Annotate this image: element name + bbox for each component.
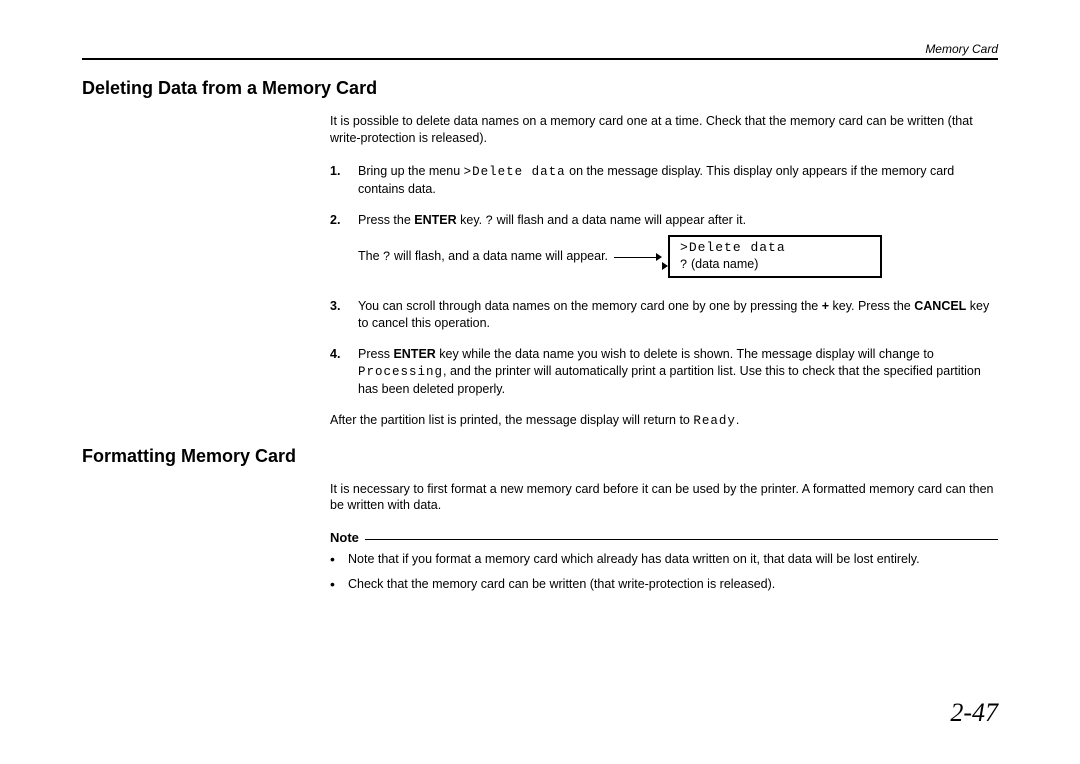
code-delete-data: >Delete data: [464, 165, 566, 179]
step-text: Bring up the menu >Delete data on the me…: [358, 163, 998, 198]
note-rule: [365, 539, 998, 540]
step-text: You can scroll through data names on the…: [358, 298, 998, 332]
lcd-line1: >Delete data: [680, 240, 870, 256]
leader-arrow-icon: [614, 250, 662, 264]
note-label: Note: [330, 530, 365, 545]
section1-title: Deleting Data from a Memory Card: [82, 78, 998, 99]
section2-intro: It is necessary to first format a new me…: [330, 481, 998, 515]
code-ready: Ready: [693, 414, 736, 428]
step-text: Press the ENTER key. ? will flash and a …: [358, 212, 998, 230]
step-number: 3.: [330, 298, 358, 332]
header-rule: [82, 58, 998, 60]
lcd-line2: ? (data name): [680, 257, 870, 274]
bullet-icon: •: [330, 576, 348, 593]
key-plus: +: [822, 299, 829, 313]
section2-title: Formatting Memory Card: [82, 446, 998, 467]
page: Memory Card Deleting Data from a Memory …: [0, 0, 1080, 764]
note-bullets: • Note that if you format a memory card …: [330, 551, 998, 593]
question-mark: ?: [486, 214, 494, 228]
section1-intro: It is possible to delete data names on a…: [330, 113, 998, 147]
step-3: 3. You can scroll through data names on …: [330, 298, 998, 332]
arrow-icon: [662, 262, 668, 270]
key-cancel: CANCEL: [914, 299, 966, 313]
section1-outro: After the partition list is printed, the…: [330, 412, 998, 430]
section1-steps: 1. Bring up the menu >Delete data on the…: [330, 163, 998, 398]
bullet-text: Check that the memory card can be writte…: [348, 576, 775, 593]
step-number: 4.: [330, 346, 358, 398]
display-callout: The ? will flash, and a data name will a…: [358, 235, 998, 278]
header-breadcrumb: Memory Card: [82, 42, 998, 56]
key-enter: ENTER: [393, 347, 435, 361]
section1-body: It is possible to delete data names on a…: [330, 113, 998, 430]
step-text: Press ENTER key while the data name you …: [358, 346, 998, 398]
list-item: • Note that if you format a memory card …: [330, 551, 998, 568]
step-number: 1.: [330, 163, 358, 198]
note-heading: Note: [330, 530, 998, 545]
bullet-icon: •: [330, 551, 348, 568]
bullet-text: Note that if you format a memory card wh…: [348, 551, 920, 568]
code-processing: Processing: [358, 365, 443, 379]
list-item: • Check that the memory card can be writ…: [330, 576, 998, 593]
step-number: 2.: [330, 212, 358, 230]
key-enter: ENTER: [414, 213, 456, 227]
step-2: 2. Press the ENTER key. ? will flash and…: [330, 212, 998, 285]
step-1: 1. Bring up the menu >Delete data on the…: [330, 163, 998, 198]
display-caption: The ? will flash, and a data name will a…: [358, 248, 608, 266]
page-number: 2-47: [950, 698, 998, 728]
lcd-display: >Delete data ? (data name): [668, 235, 882, 278]
step-4: 4. Press ENTER key while the data name y…: [330, 346, 998, 398]
section2-body: It is necessary to first format a new me…: [330, 481, 998, 594]
